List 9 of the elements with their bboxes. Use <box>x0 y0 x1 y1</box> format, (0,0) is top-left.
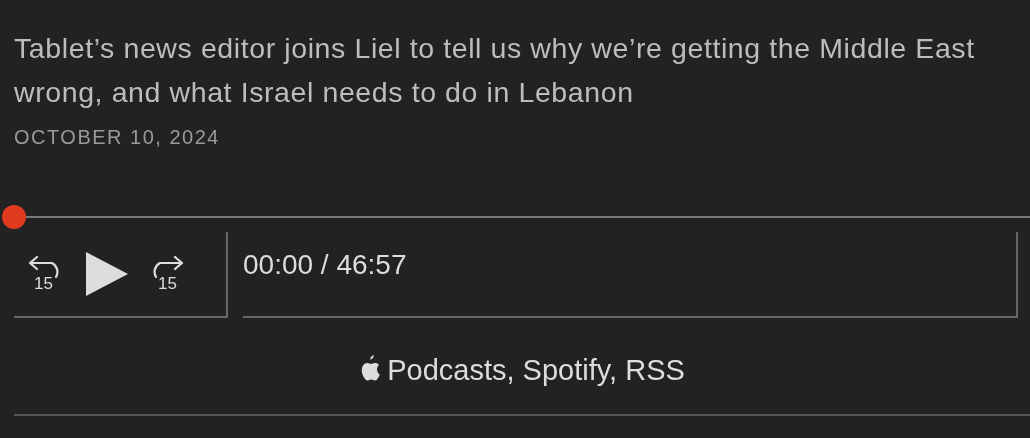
episode-date: OCTOBER 10, 2024 <box>14 126 221 149</box>
apple-icon <box>359 355 382 381</box>
forward-button[interactable]: 15 <box>140 250 188 298</box>
play-icon <box>84 252 128 296</box>
listen-links[interactable]: Podcasts, Spotify, RSS <box>387 353 685 387</box>
playback-time: 00:00 / 46:57 <box>243 249 407 281</box>
episode-description: Tablet’s news editor joins Liel to tell us why we’re getting the Middle East wrong, and what Israel needs to do in Lebanon <box>14 31 976 110</box>
rewind-button[interactable]: 15 <box>24 250 72 298</box>
progress-handle[interactable] <box>2 205 26 229</box>
